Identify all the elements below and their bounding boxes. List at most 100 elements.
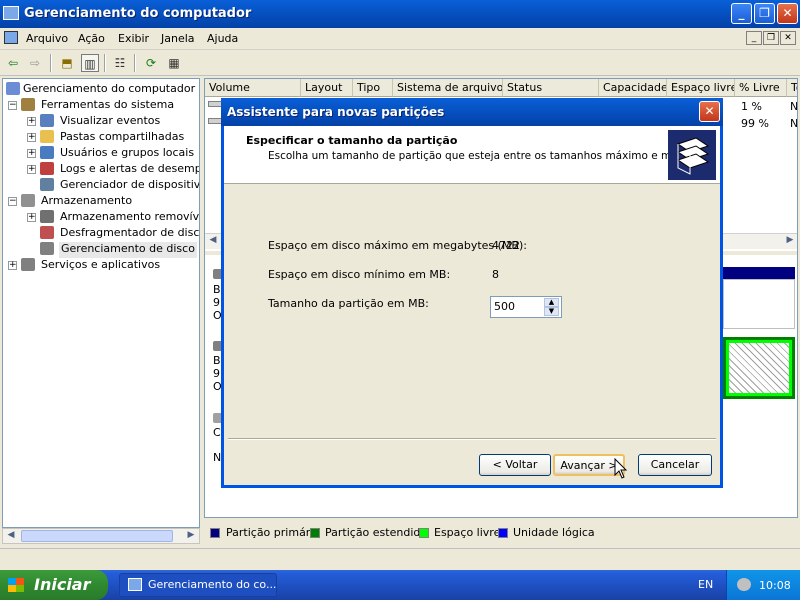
properties-icon[interactable]: ☷ [111,54,129,72]
expand-icon[interactable]: + [27,149,36,158]
mdi-close-button[interactable]: ✕ [780,31,796,45]
toolbar-separator [134,54,136,72]
language-indicator[interactable]: EN [698,578,713,591]
up-folder-icon[interactable]: ⬒ [58,54,76,72]
clock[interactable]: 10:08 [759,579,791,592]
expand-icon[interactable]: + [27,165,36,174]
scroll-right-icon[interactable]: ▶ [783,235,797,247]
column-header-layout[interactable]: Layout [301,79,353,97]
restore-button[interactable]: ❐ [754,3,775,24]
legend-label: Espaço livre [434,526,501,539]
mdi-restore-button[interactable]: ❐ [763,31,779,45]
expand-icon[interactable]: + [27,117,36,126]
forward-arrow-icon[interactable]: ⇨ [26,54,44,72]
disk-label: 9 [213,296,220,309]
partition-size-stepper[interactable]: 500 ▲ ▼ [490,296,562,318]
menu-arquivo[interactable]: Arquivo [26,32,68,45]
dialog-title-bar[interactable]: Assistente para novas partições ✕ [221,98,723,126]
expand-icon[interactable]: + [27,213,36,222]
menu-acao[interactable]: Ação [78,32,105,45]
tree-item-disk-management[interactable]: Gerenciamento de disco [59,242,197,258]
scroll-right-icon[interactable]: ▶ [184,530,198,542]
toolbar-separator [104,54,106,72]
column-header-capacity[interactable]: Capacidade [599,79,667,97]
storage-icon [21,194,35,207]
column-header-volume[interactable]: Volume [205,79,301,97]
title-bar[interactable]: Gerenciamento do computador _ ❐ ✕ [0,0,800,28]
tray-network-icon[interactable] [737,578,751,591]
toolbar-separator [50,54,52,72]
tree-item-removable-storage[interactable]: Armazenamento removível [60,210,199,226]
legend-swatch [498,528,508,538]
disk-label: C [213,426,221,439]
defragmenter-icon [40,226,54,239]
tree-root[interactable]: Gerenciamento do computador (local [23,82,199,98]
min-size-label: Espaço em disco mínimo em MB: [268,268,451,281]
menu-ajuda[interactable]: Ajuda [207,32,238,45]
event-viewer-icon [40,114,54,127]
partition-size-input[interactable]: 500 [494,300,515,313]
tree-item-defragmenter[interactable]: Desfragmentador de disco [60,226,199,242]
spin-up-icon[interactable]: ▲ [544,298,559,307]
mdi-window-icon[interactable] [4,31,18,44]
disk-stack-icon [668,130,716,180]
partition-block[interactable] [723,279,795,329]
expand-icon[interactable]: + [8,261,17,270]
menu-janela[interactable]: Janela [161,32,195,45]
max-size-label: Espaço em disco máximo em megabytes (MB)… [268,239,527,252]
dialog-title: Assistente para novas partições [227,105,445,119]
minimize-button[interactable]: _ [731,3,752,24]
shared-folders-icon [40,130,54,143]
column-header-percent-free[interactable]: % Livre [735,79,787,97]
legend-swatch [419,528,429,538]
new-partition-wizard: Assistente para novas partições ✕ Especi… [221,98,723,488]
legend-swatch [210,528,220,538]
menu-bar: Arquivo Ação Exibir Janela Ajuda _ ❐ ✕ [0,28,800,50]
tree-item-storage[interactable]: Armazenamento [41,194,132,210]
partition-extended[interactable] [723,337,795,399]
collapse-icon[interactable]: − [8,101,17,110]
tree-item-services-apps[interactable]: Serviços e aplicativos [41,258,160,274]
disk-label: B [213,354,221,367]
close-button[interactable]: ✕ [777,3,798,24]
column-header-type[interactable]: Tipo [353,79,393,97]
wizard-body: Espaço em disco máximo em megabytes (MB)… [224,185,720,435]
row-2-percent-free: 99 % [741,117,769,130]
dialog-close-button[interactable]: ✕ [699,101,720,122]
start-button[interactable]: Iniciar [0,570,108,600]
tree-item-event-viewer[interactable]: Visualizar eventos [60,114,160,130]
partition-bar-primary[interactable] [723,267,795,279]
scroll-left-icon[interactable]: ◀ [206,235,220,247]
tree-item-device-manager[interactable]: Gerenciador de dispositivos [60,178,199,194]
column-header-free-space[interactable]: Espaço livre [667,79,735,97]
scroll-left-icon[interactable]: ◀ [4,530,18,542]
tree-item-performance-logs[interactable]: Logs e alertas de desempenh [60,162,199,178]
legend-bar: Partição primária Partição estendida Esp… [204,522,798,544]
back-arrow-icon[interactable]: ⇦ [4,54,22,72]
console-tree: Gerenciamento do computador (local − Fer… [2,78,200,528]
tree-item-system-tools[interactable]: Ferramentas do sistema [41,98,174,114]
spin-down-icon[interactable]: ▼ [544,307,559,316]
cancel-button[interactable]: Cancelar [638,454,712,476]
column-header-status[interactable]: Status [503,79,599,97]
column-header-fault-tolerance[interactable]: To [787,79,797,97]
taskbar-item-computer-management[interactable]: Gerenciamento do co... [119,573,277,597]
tree-item-users-groups[interactable]: Usuários e grupos locais [60,146,194,162]
collapse-icon[interactable]: − [8,197,17,206]
refresh-icon[interactable]: ⟳ [142,54,160,72]
legend-label: Unidade lógica [513,526,595,539]
row-2-tail: N [790,117,798,130]
expand-icon[interactable]: + [27,133,36,142]
back-button[interactable]: < Voltar [479,454,551,476]
mdi-minimize-button[interactable]: _ [746,31,762,45]
scrollbar-thumb[interactable] [21,530,173,542]
toolbar: ⇦ ⇨ ⬒ ▥ ☷ ⟳ ▦ [0,50,800,76]
tree-item-shared-folders[interactable]: Pastas compartilhadas [60,130,184,146]
free-space-hatch [729,343,789,393]
column-header-filesystem[interactable]: Sistema de arquivos [393,79,503,97]
show-tree-icon[interactable]: ▥ [81,54,99,72]
export-list-icon[interactable]: ▦ [165,54,183,72]
volume-icon [208,101,222,107]
tree-horizontal-scrollbar[interactable]: ◀ ▶ [2,528,200,544]
menu-exibir[interactable]: Exibir [118,32,149,45]
